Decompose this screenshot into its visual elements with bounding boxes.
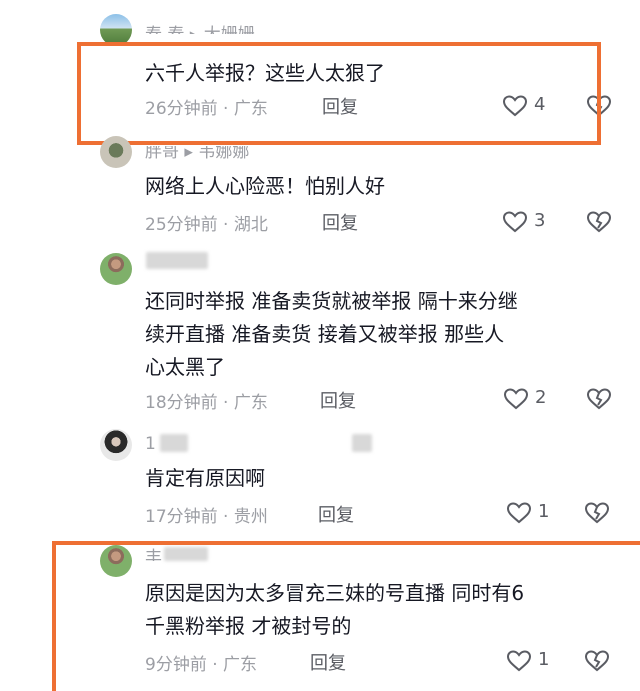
comment-meta: 18分钟前 · 广东: [145, 393, 268, 413]
reply-button[interactable]: 回复: [322, 209, 358, 235]
heart-icon[interactable]: [502, 210, 528, 234]
like-count: 2: [535, 387, 547, 408]
comment-list: 春 春 ▸ 大姗姗 六千人举报？这些人太狠了 26分钟前 · 广东 回复 4 胖…: [0, 0, 640, 691]
broken-heart-icon[interactable]: [586, 210, 612, 234]
comment-text: 网络上人心险恶！怕别人好: [145, 174, 385, 198]
like-count: 3: [534, 210, 546, 231]
comment-meta: 17分钟前 · 贵州: [145, 507, 268, 527]
reply-button[interactable]: 回复: [320, 387, 356, 413]
avatar[interactable]: [100, 429, 132, 461]
heart-icon[interactable]: [506, 501, 532, 525]
comment-text: 肯定有原因啊: [145, 466, 265, 490]
blurred-username: [160, 434, 188, 452]
username[interactable]: 春 春 ▸ 大姗姗: [145, 20, 255, 34]
username[interactable]: 1: [145, 434, 156, 454]
comment-meta: 25分钟前 · 湖北: [145, 215, 268, 235]
heart-icon[interactable]: [503, 387, 529, 411]
highlight-box: [77, 42, 601, 145]
blurred-username: [352, 434, 372, 452]
comment-text-line: 心太黑了: [145, 355, 225, 379]
like-count: 1: [538, 501, 550, 522]
broken-heart-icon[interactable]: [584, 501, 610, 525]
highlight-box: [52, 541, 640, 691]
comment-text-line: 还同时举报 准备卖货就被举报 隔十来分继: [145, 289, 518, 313]
avatar[interactable]: [100, 136, 132, 168]
avatar[interactable]: [100, 253, 132, 285]
comment-text-line: 续开直播 准备卖货 接着又被举报 那些人: [145, 322, 505, 346]
broken-heart-icon[interactable]: [586, 387, 612, 411]
blurred-username: [146, 252, 208, 269]
username[interactable]: 胖哥 ▸ 韦娜娜: [145, 146, 249, 162]
reply-button[interactable]: 回复: [318, 501, 354, 527]
